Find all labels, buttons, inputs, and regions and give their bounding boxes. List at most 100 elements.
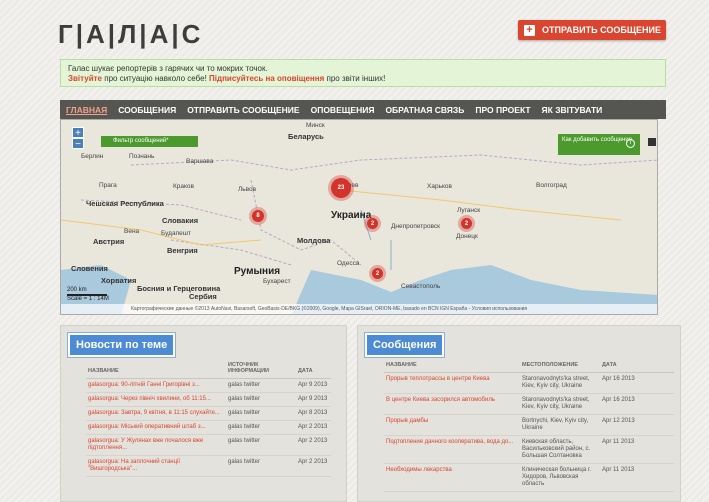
map-label: Словения (71, 264, 108, 273)
info-icon: i (626, 139, 635, 148)
nav-item-feedback[interactable]: ОБРАТНАЯ СВЯЗЬ (385, 105, 464, 115)
intro-text-a: про ситуацію навколо себе! (102, 74, 210, 83)
nav-item-how-to-report[interactable]: ЯК ЗВІТУВАТИ (542, 105, 603, 115)
report-item-title[interactable]: Прорыв теплотрассы в центре Киева (384, 372, 520, 394)
column-header: НАЗВАНИЕ (86, 360, 226, 379)
map-label: Босния и Герцеговина (137, 284, 221, 293)
column-header: ИСТОЧНИК ИНФОРМАЦИИ (226, 360, 296, 379)
report-item-location: Staronavodnyts'ka street, Kiev, Kyiv cit… (520, 393, 600, 415)
map-label: Словакия (162, 216, 199, 225)
news-item-title[interactable]: galasorgua: Завтра, 9 квітня, в 11:15 сл… (86, 406, 226, 421)
news-item-title[interactable]: galasorgua: Через північ хвилини, об 11:… (86, 392, 226, 407)
news-item-title[interactable]: galasorgua: У Жулянах вже почалося вже п… (86, 434, 226, 456)
report-item-title[interactable]: В центре Киева засорился автомобиль (384, 393, 520, 415)
intro-text-b: про звіти інших! (324, 74, 386, 83)
map-label: Прага (99, 182, 117, 189)
map-scale: 200 km Scale = 1 : 14M (67, 287, 109, 302)
news-table: НАЗВАНИЕ ИСТОЧНИК ИНФОРМАЦИИ ДАТА galaso… (86, 360, 331, 477)
table-row[interactable]: Подтопление дачного кооператива, вода до… (384, 435, 674, 464)
column-header: МЕСТОПОЛОЖЕНИЕ (520, 360, 600, 373)
table-row[interactable]: galasorgua: У Жулянах вже почалося вже п… (86, 434, 331, 456)
map-label: Познань (129, 153, 155, 160)
table-row[interactable]: Прорыв дамбы Bortnychi, Kiev, Kyiv city,… (384, 414, 674, 436)
table-row[interactable]: Прорыв теплотрассы в центре Киева Staron… (384, 372, 674, 394)
nav-item-send-message[interactable]: ОТПРАВИТЬ СООБЩЕНИЕ (187, 105, 299, 115)
map-cluster-marker[interactable]: 23 (331, 178, 351, 198)
report-item-location: Киевская область, Васильковский район, с… (520, 435, 600, 464)
news-item-title[interactable]: galasorgua: На заплочний станції "Вишгор… (86, 455, 226, 477)
map-label: Харьков (427, 183, 452, 190)
report-item-location: Staronavodnyts'ka street, Kiev, Kyiv cit… (520, 372, 600, 394)
map-label: Бухарест (263, 278, 291, 285)
how-to-add-label: Как добавить сообщение (562, 137, 633, 143)
report-item-title[interactable]: Прорыв дамбы (384, 414, 520, 436)
intro-banner: Галас шукає репортерів з гарячих чи то м… (60, 59, 666, 87)
map-label: Молдова (297, 236, 331, 245)
how-to-add-button[interactable]: Как добавить сообщение i (558, 134, 640, 155)
map-label: Сербия (189, 292, 217, 301)
column-header: ДАТА (296, 360, 331, 379)
map-label: Минск (306, 122, 325, 129)
report-link[interactable]: Звітуйте (68, 74, 102, 83)
news-item-source: galas twitter (226, 420, 296, 435)
map[interactable]: + − Фильтр сообщений* Как добавить сообщ… (60, 119, 658, 315)
scale-ratio: Scale = 1 : 14M (67, 296, 109, 302)
zoom-out-button[interactable]: − (72, 138, 84, 150)
report-item-location: Клиническая больница г. Хидоров, Львовск… (520, 463, 600, 492)
news-item-title[interactable]: galasorgua: 90-літній Ганні Григорівні з… (86, 378, 226, 393)
map-label: Вена (124, 228, 140, 235)
map-label: Беларусь (288, 132, 324, 141)
table-row[interactable]: galasorgua: 90-літній Ганні Григорівні з… (86, 378, 331, 393)
table-row[interactable]: galasorgua: На заплочний станції "Вишгор… (86, 455, 331, 477)
subscribe-link[interactable]: Підписуйтесь на оповіщення (209, 74, 324, 83)
table-row[interactable]: galasorgua: Завтра, 9 квітня, в 11:15 сл… (86, 406, 331, 421)
map-label: Львов (238, 186, 257, 193)
news-item-source: galas twitter (226, 392, 296, 407)
report-item-date: Apr 11 2013 (600, 435, 674, 464)
zoom-controls: + − (72, 127, 84, 150)
report-item-title[interactable]: Необходимы лекарства (384, 463, 520, 492)
news-item-date: Apr 9 2013 (296, 392, 331, 407)
map-cluster-marker[interactable]: 2 (372, 268, 383, 279)
nav-item-alerts[interactable]: ОПОВЕЩЕНИЯ (311, 105, 375, 115)
map-label: Чешская Республика (86, 199, 164, 208)
report-item-date: Apr 16 2013 (600, 393, 674, 415)
nav-item-about[interactable]: ПРО ПРОЕКТ (475, 105, 530, 115)
news-item-source: galas twitter (226, 455, 296, 477)
report-item-title[interactable]: Подтопление дачного кооператива, вода до… (384, 435, 520, 464)
map-cluster-marker[interactable]: 2 (461, 218, 472, 229)
send-message-button[interactable]: + ОТПРАВИТЬ СООБЩЕНИЕ (518, 20, 666, 40)
intro-line-2: Звітуйте про ситуацію навколо себе! Підп… (68, 74, 658, 84)
map-label: Австрия (93, 237, 125, 246)
nav-item-home[interactable]: ГЛАВНАЯ (66, 105, 107, 115)
map-label: Румыния (234, 266, 281, 277)
report-item-date: Apr 11 2013 (600, 463, 674, 492)
map-label: Варшава (186, 158, 214, 165)
report-item-date: Apr 12 2013 (600, 414, 674, 436)
news-item-title[interactable]: galasorgua: Міський оперативний штаб з..… (86, 420, 226, 435)
reports-panel: Сообщения НАЗВАНИЕ МЕСТОПОЛОЖЕНИЕ ДАТА П… (357, 325, 681, 502)
filter-button[interactable]: Фильтр сообщений* (101, 136, 198, 147)
reports-title: Сообщения (365, 333, 445, 357)
map-cluster-marker[interactable]: 2 (367, 218, 378, 229)
zoom-in-button[interactable]: + (72, 127, 84, 139)
map-label: Берлин (81, 153, 104, 160)
news-panel: Новости по теме НАЗВАНИЕ ИСТОЧНИК ИНФОРМ… (60, 325, 347, 502)
layers-icon[interactable] (648, 138, 656, 146)
logo[interactable]: Г|А|Л|А|С (58, 14, 203, 54)
map-cluster-marker[interactable]: 8 (252, 210, 264, 222)
news-item-date: Apr 2 2013 (296, 434, 331, 456)
map-attribution: Картографические данные ©2013 AutoNavi, … (61, 304, 657, 314)
logo-text: Г|А|Л|А|С (58, 18, 204, 49)
news-item-date: Apr 2 2013 (296, 455, 331, 477)
map-label: Одесса (337, 260, 360, 267)
nav-item-messages[interactable]: СООБЩЕНИЯ (118, 105, 176, 115)
map-label: Донецк (456, 233, 478, 240)
table-header-row: НАЗВАНИЕ МЕСТОПОЛОЖЕНИЕ ДАТА (384, 360, 674, 373)
map-label: Украина (331, 210, 372, 221)
table-row[interactable]: В центре Киева засорился автомобиль Star… (384, 393, 674, 415)
map-label: Хорватия (101, 276, 137, 285)
table-row[interactable]: galasorgua: Міський оперативний штаб з..… (86, 420, 331, 435)
table-row[interactable]: galasorgua: Через північ хвилини, об 11:… (86, 392, 331, 407)
table-row[interactable]: Необходимы лекарства Клиническая больниц… (384, 463, 674, 492)
